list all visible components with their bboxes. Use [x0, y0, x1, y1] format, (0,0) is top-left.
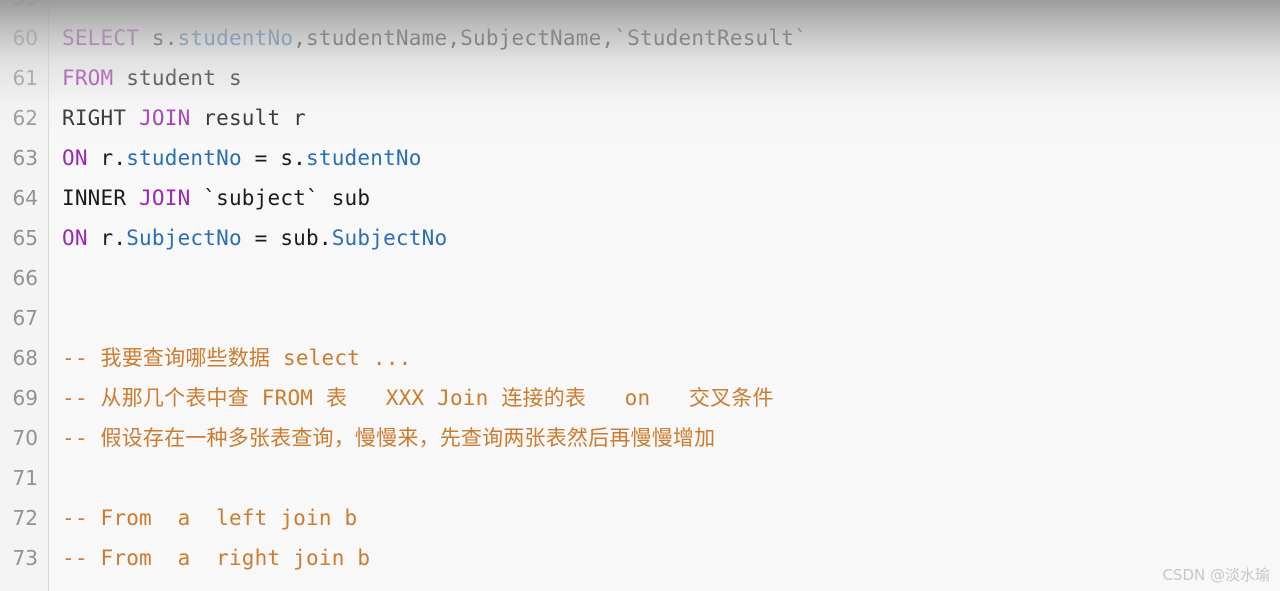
code-token-plain: result r: [190, 106, 307, 130]
code-text[interactable]: INNER JOIN `subject` sub: [62, 178, 370, 218]
code-token-plain: ,: [447, 26, 461, 50]
line-number: 69: [12, 386, 38, 410]
code-token-cmt: FROM: [248, 386, 326, 410]
code-token-cmt: 表: [326, 386, 348, 410]
code-token-plain: r.: [87, 146, 127, 170]
code-line[interactable]: 59: [0, 0, 1280, 18]
code-token-plain: ,: [293, 26, 307, 50]
watermark: CSDN @淡水瑜: [1162, 566, 1270, 584]
line-number: 59: [0, 0, 38, 18]
code-token-fld: SubjectNo: [331, 226, 448, 250]
code-text[interactable]: SELECT s.studentNo,studentName,SubjectNa…: [62, 18, 807, 58]
code-token-plain: r.: [87, 226, 127, 250]
code-token-cmt: on: [586, 386, 689, 410]
code-line[interactable]: 72 -- From a left join b: [0, 498, 1280, 538]
code-text[interactable]: -- From a left join b: [62, 498, 357, 538]
code-token-kw: JOIN: [139, 186, 191, 210]
line-number: 64: [12, 186, 38, 210]
code-line[interactable]: 60 SELECT s.studentNo,studentName,Subject…: [0, 18, 1280, 58]
code-line[interactable]: 63 ON r.studentNo = s.studentNo: [0, 138, 1280, 178]
code-token-cmt: 连接的表: [501, 386, 587, 410]
line-number: 68: [12, 346, 38, 370]
code-text[interactable]: FROM student s: [62, 58, 242, 98]
code-line[interactable]: 62 RIGHT JOIN result r: [0, 98, 1280, 138]
code-token-kw: JOIN: [139, 106, 191, 130]
line-number: 60: [12, 26, 38, 50]
code-text[interactable]: -- 从那几个表中查 FROM 表 XXX Join 连接的表 on 交叉条件: [62, 378, 774, 418]
code-token-plain: = sub.: [241, 226, 332, 250]
line-number: 66: [12, 266, 38, 290]
code-token-kw: ON: [62, 146, 88, 170]
code-line[interactable]: 69 -- 从那几个表中查 FROM 表 XXX Join 连接的表 on 交叉条…: [0, 378, 1280, 418]
code-token-plain: INNER: [62, 186, 140, 210]
code-token-plain: = s.: [241, 146, 307, 170]
code-text[interactable]: ON r.studentNo = s.studentNo: [62, 138, 422, 178]
line-number: 72: [12, 506, 38, 530]
code-text[interactable]: ON r.SubjectNo = sub.SubjectNo: [62, 218, 447, 258]
code-editor[interactable]: 5960SELECT s.studentNo,studentName,Subje…: [0, 0, 1280, 591]
code-token-cmt: 我要查询哪些数据: [100, 346, 271, 370]
code-token-plain: studentName: [306, 26, 448, 50]
code-token-cmt: XXX Join: [347, 386, 502, 410]
code-token-kw: SELECT: [62, 26, 140, 50]
code-token-plain: ,`StudentResult`: [601, 26, 807, 50]
code-line[interactable]: 70 -- 假设存在一种多张表查询，慢慢来，先查询两张表然后再慢慢增加: [0, 418, 1280, 458]
line-number: 67: [12, 306, 38, 330]
code-token-cmt: -- From a left join b: [62, 506, 358, 530]
line-number: 63: [12, 146, 38, 170]
code-token-cmt: select ...: [270, 346, 412, 370]
code-line[interactable]: 64 INNER JOIN `subject` sub: [0, 178, 1280, 218]
code-token-cmt: 交叉条件: [688, 386, 774, 410]
line-number: 62: [12, 106, 38, 130]
code-line[interactable]: 67: [0, 298, 1280, 338]
code-text[interactable]: RIGHT JOIN result r: [62, 98, 306, 138]
code-token-cmt: 从那几个表中查: [100, 386, 249, 410]
line-number: 70: [12, 426, 38, 450]
code-token-kw: FROM: [62, 66, 114, 90]
line-number: 65: [12, 226, 38, 250]
code-token-fld: studentNo: [177, 26, 294, 50]
code-token-cmt: -- From a right join b: [62, 546, 371, 570]
code-token-plain: SubjectName: [460, 26, 602, 50]
code-line[interactable]: 71: [0, 458, 1280, 498]
code-line[interactable]: 66: [0, 258, 1280, 298]
code-token-fld: studentNo: [126, 146, 242, 170]
code-token-kw: ON: [62, 226, 88, 250]
code-token-plain: s.: [139, 26, 178, 50]
code-line[interactable]: 68 -- 我要查询哪些数据 select ...: [0, 338, 1280, 378]
code-token-plain: RIGHT: [62, 106, 140, 130]
code-line[interactable]: 65 ON r.SubjectNo = sub.SubjectNo: [0, 218, 1280, 258]
code-token-plain: student s: [113, 66, 242, 90]
code-text[interactable]: -- From a right join b: [62, 538, 370, 578]
code-text[interactable]: -- 我要查询哪些数据 select ...: [62, 338, 411, 378]
code-token-cmt: --: [62, 386, 101, 410]
code-token-cmt: --: [62, 426, 101, 450]
code-line[interactable]: 61 FROM student s: [0, 58, 1280, 98]
code-token-cmt: --: [62, 346, 101, 370]
code-token-plain: `subject` sub: [190, 186, 371, 210]
code-token-fld: studentNo: [306, 146, 422, 170]
code-text[interactable]: -- 假设存在一种多张表查询，慢慢来，先查询两张表然后再慢慢增加: [62, 418, 715, 458]
code-token-cmt: 假设存在一种多张表查询，慢慢来，先查询两张表然后再慢慢增加: [100, 426, 716, 450]
code-token-fld: SubjectNo: [126, 226, 242, 250]
code-line[interactable]: 73 -- From a right join b: [0, 538, 1280, 578]
line-number: 73: [12, 546, 38, 570]
line-number: 71: [12, 466, 38, 490]
line-number: 61: [12, 66, 38, 90]
